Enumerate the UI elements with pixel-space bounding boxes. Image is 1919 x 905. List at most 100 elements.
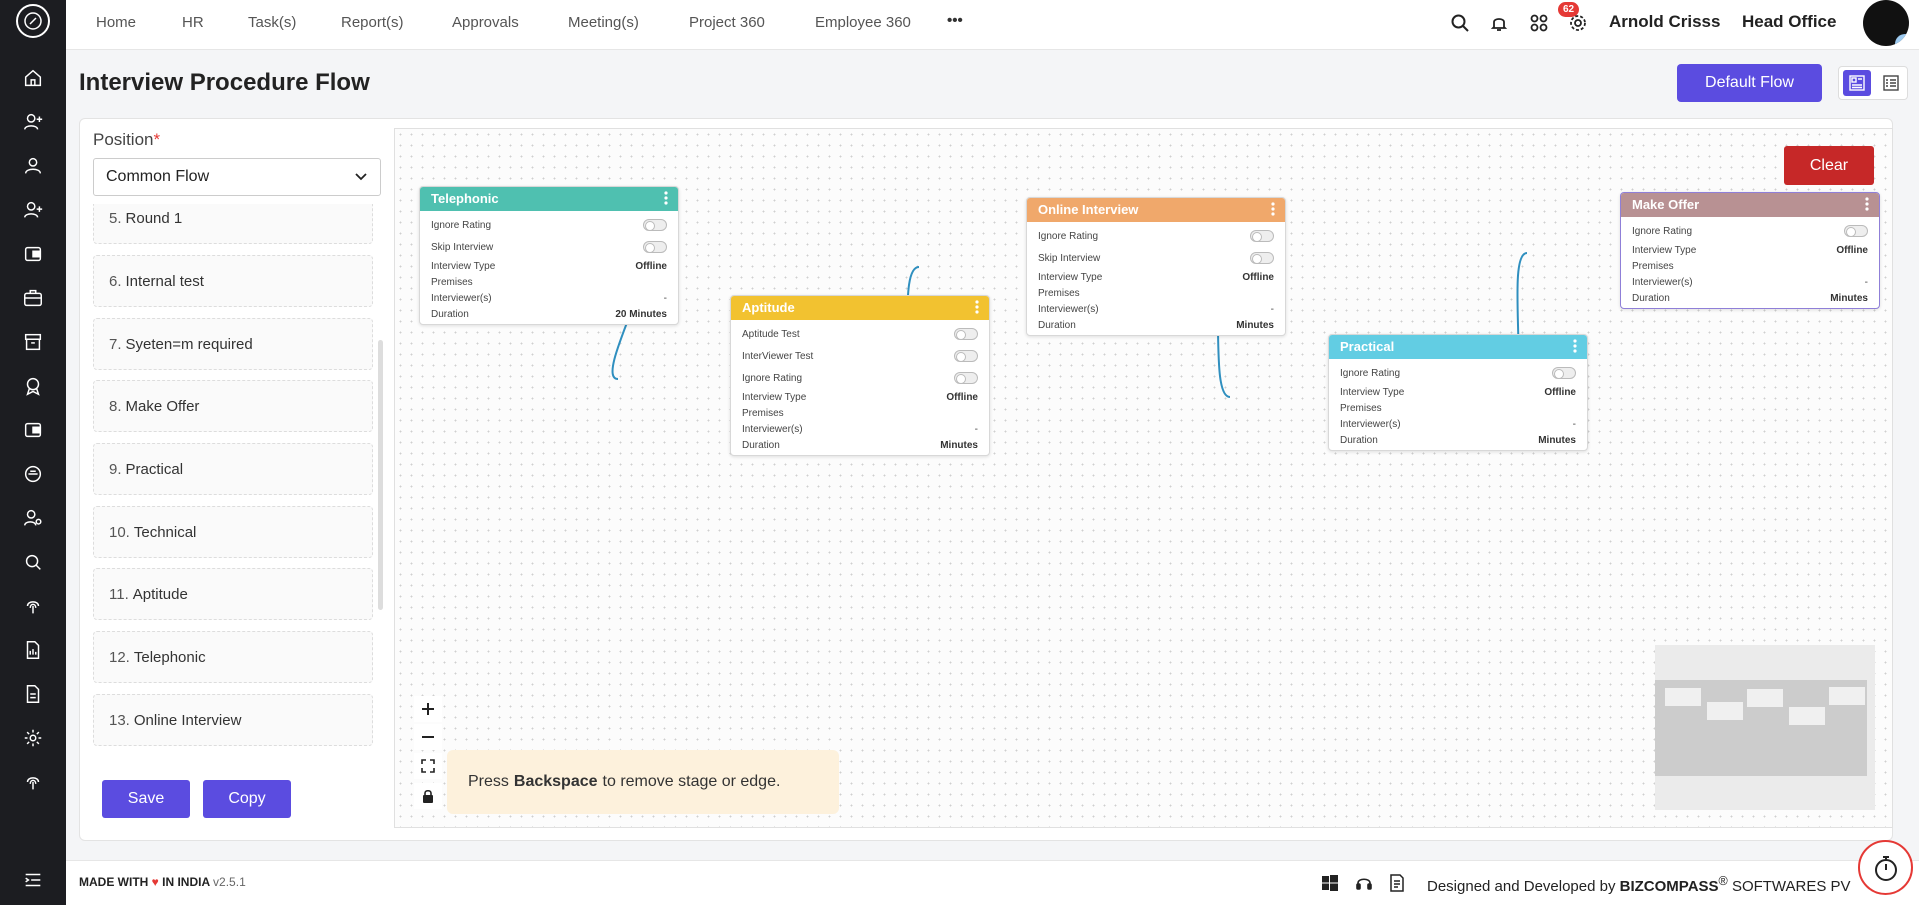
kebab-menu-icon[interactable] [1573, 339, 1577, 356]
expand-menu-icon[interactable] [0, 862, 66, 898]
wallet-icon[interactable] [0, 236, 66, 272]
node-header[interactable]: Practical [1329, 335, 1587, 359]
node-row: Ignore Rating [420, 214, 678, 236]
node-row: Premises [1340, 402, 1382, 414]
node-header[interactable]: Telephonic [420, 187, 678, 211]
badge-icon[interactable] [0, 368, 66, 404]
lock-icon[interactable] [414, 783, 442, 809]
nav-hr[interactable]: HR [182, 14, 204, 31]
windows-icon[interactable] [1320, 873, 1340, 893]
interviewer-test-toggle[interactable] [954, 350, 978, 362]
archive-icon[interactable] [0, 324, 66, 360]
settings-icon[interactable] [0, 720, 66, 756]
search-analytics-icon[interactable] [0, 544, 66, 580]
list-item[interactable]: 13. Online Interview [93, 694, 373, 746]
minimap[interactable] [1655, 645, 1875, 810]
headset-icon[interactable] [1354, 873, 1374, 893]
ignore-rating-toggle[interactable] [1844, 225, 1868, 237]
bell-icon[interactable] [1487, 11, 1511, 35]
stage-list-scrollbar[interactable] [378, 340, 383, 610]
nav-home[interactable]: Home [96, 14, 136, 31]
node-row: Premises [1038, 287, 1080, 299]
fit-view-icon[interactable] [414, 753, 442, 779]
footer: MADE WITH ♥ IN INDIA v2.5.1 Designed and… [66, 860, 1919, 905]
user-icon[interactable] [0, 148, 66, 184]
node-row: Interview Type Offline [742, 391, 978, 403]
save-button[interactable]: Save [102, 780, 190, 818]
ignore-rating-toggle[interactable] [1552, 367, 1576, 379]
stage-node-make-offer[interactable]: Make Offer Ignore Rating Interview Type O… [1620, 192, 1880, 309]
app-logo-icon[interactable] [16, 4, 50, 38]
list-item[interactable]: 9. Practical [93, 443, 373, 495]
kebab-menu-icon[interactable] [664, 191, 668, 208]
kebab-menu-icon[interactable] [1865, 197, 1869, 214]
nav-project-360[interactable]: Project 360 [689, 14, 765, 31]
clear-button[interactable]: Clear [1784, 146, 1874, 185]
user-name[interactable]: Arnold Crisss [1609, 12, 1720, 32]
apps-grid-icon[interactable] [1527, 11, 1551, 35]
search-icon[interactable] [1448, 11, 1472, 35]
home-icon[interactable] [0, 60, 66, 96]
ignore-rating-toggle[interactable] [954, 372, 978, 384]
node-row: Interviewer(s) - [1340, 418, 1576, 430]
node-row: Interview Type Offline [1340, 386, 1576, 398]
copy-button[interactable]: Copy [203, 780, 291, 818]
list-view-icon[interactable] [1877, 70, 1905, 96]
notes-icon[interactable] [1387, 873, 1407, 893]
designed-by-text: Designed and Developed by BIZCOMPASS® SO… [1427, 874, 1851, 895]
support-icon[interactable] [0, 764, 66, 800]
stage-node-aptitude[interactable]: Aptitude Aptitude Test InterViewer Test … [730, 295, 990, 456]
list-item[interactable]: 11. Aptitude [93, 568, 373, 620]
skip-interview-toggle[interactable] [643, 241, 667, 253]
stage-node-telephonic[interactable]: Telephonic Ignore Rating Skip Interview … [419, 186, 679, 325]
list-item[interactable]: 7. Syeten=m required [93, 318, 373, 370]
report-icon[interactable] [0, 632, 66, 668]
aptitude-test-toggle[interactable] [954, 328, 978, 340]
inbox-icon[interactable] [0, 456, 66, 492]
node-row: Interviewer(s) - [1038, 303, 1274, 315]
stage-node-practical[interactable]: Practical Ignore Rating Interview Type Of… [1328, 334, 1588, 451]
ignore-rating-toggle[interactable] [643, 219, 667, 231]
user-plus-icon[interactable] [0, 192, 66, 228]
list-item[interactable]: 10. Technical [93, 506, 373, 558]
heart-icon: ♥ [151, 875, 159, 889]
made-with-text: MADE WITH ♥ IN INDIA v2.5.1 [79, 875, 246, 889]
list-item[interactable]: 6. Internal test [93, 255, 373, 307]
card-icon[interactable] [0, 412, 66, 448]
list-item[interactable]: 5. Round 1 [93, 204, 373, 244]
node-header[interactable]: Online Interview [1027, 198, 1285, 222]
list-item[interactable]: 12. Telephonic [93, 631, 373, 683]
stopwatch-icon[interactable] [1858, 840, 1913, 895]
zoom-out-icon[interactable] [414, 724, 442, 750]
minimap-node [1665, 688, 1701, 706]
fingerprint-icon[interactable] [0, 588, 66, 624]
node-header[interactable]: Make Offer [1621, 193, 1879, 217]
nav-approvals[interactable]: Approvals [452, 14, 519, 31]
ignore-rating-toggle[interactable] [1250, 230, 1274, 242]
stage-node-online-interview[interactable]: Online Interview Ignore Rating Skip Inte… [1026, 197, 1286, 336]
default-flow-button[interactable]: Default Flow [1677, 64, 1822, 102]
avatar[interactable] [1863, 0, 1909, 46]
flow-view-icon[interactable] [1843, 70, 1871, 96]
node-row: Premises [1632, 260, 1674, 272]
node-row: Interview Type Offline [431, 260, 667, 272]
position-select[interactable]: Common Flow [93, 158, 381, 196]
user-settings-icon[interactable] [0, 500, 66, 536]
skip-interview-toggle[interactable] [1250, 252, 1274, 264]
nav-employee-360[interactable]: Employee 360 [815, 14, 911, 31]
zoom-in-icon[interactable] [414, 696, 442, 722]
kebab-menu-icon[interactable] [1271, 202, 1275, 219]
node-row: InterViewer Test [731, 345, 989, 367]
nav-tasks[interactable]: Task(s) [248, 14, 296, 31]
node-header[interactable]: Aptitude [731, 296, 989, 320]
briefcase-icon[interactable] [0, 280, 66, 316]
gear-icon[interactable] [1566, 11, 1590, 35]
kebab-menu-icon[interactable] [975, 300, 979, 317]
nav-meetings[interactable]: Meeting(s) [568, 14, 639, 31]
nav-reports[interactable]: Report(s) [341, 14, 404, 31]
document-icon[interactable] [0, 676, 66, 712]
nav-more-icon[interactable]: ••• [947, 12, 963, 29]
list-item[interactable]: 8. Make Offer [93, 380, 373, 432]
add-user-icon[interactable] [0, 104, 66, 140]
office-name[interactable]: Head Office [1742, 12, 1836, 32]
